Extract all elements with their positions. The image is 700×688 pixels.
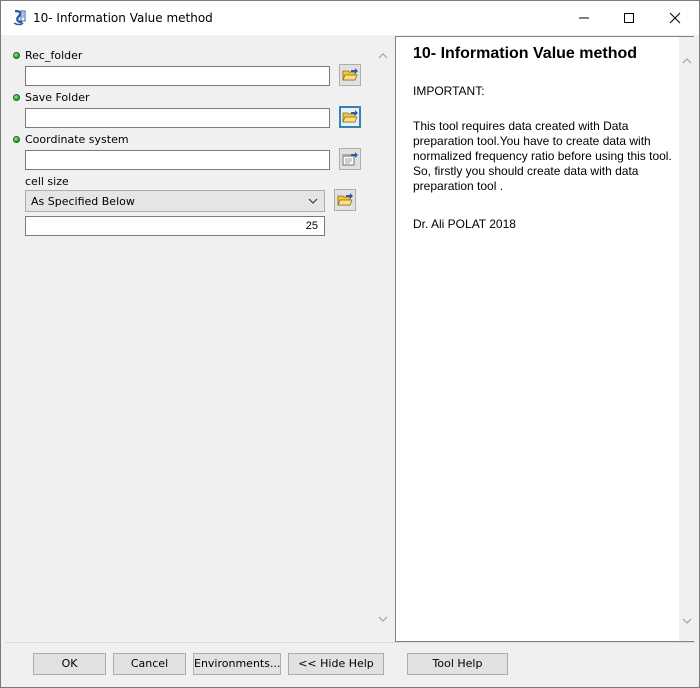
- cancel-button[interactable]: Cancel: [113, 653, 186, 675]
- title-bar[interactable]: 10- Information Value method: [1, 1, 699, 35]
- required-indicator-icon: [13, 136, 20, 143]
- cell-size-label: cell size: [25, 175, 69, 188]
- folder-open-icon: [337, 193, 353, 206]
- required-indicator-icon: [13, 94, 20, 101]
- rec-folder-input[interactable]: [25, 66, 330, 86]
- hide-help-button[interactable]: << Hide Help: [288, 653, 384, 675]
- cell-size-value-input[interactable]: [25, 216, 325, 236]
- chevron-down-icon: [308, 198, 318, 204]
- python-script-icon: [11, 9, 27, 26]
- help-panel: 10- Information Value method IMPORTANT: …: [395, 36, 694, 642]
- help-author: Dr. Ali POLAT 2018: [413, 217, 516, 231]
- coordinate-system-input[interactable]: [25, 150, 330, 170]
- maximize-icon: [624, 13, 634, 23]
- required-indicator-icon: [13, 52, 20, 59]
- spatial-reference-button[interactable]: [339, 148, 361, 170]
- help-scrollbar[interactable]: [679, 37, 694, 641]
- save-folder-input[interactable]: [25, 108, 330, 128]
- cell-size-dropdown[interactable]: As Specified Below: [25, 190, 325, 212]
- ok-button[interactable]: OK: [33, 653, 106, 675]
- tool-help-button[interactable]: Tool Help: [407, 653, 508, 675]
- help-description: This tool requires data created with Dat…: [413, 119, 672, 193]
- spatial-reference-icon: [342, 152, 358, 166]
- folder-open-icon: [342, 110, 358, 123]
- dialog-button-bar: OK Cancel Environments... << Hide Help T…: [5, 642, 697, 686]
- parameters-panel[interactable]: Rec_folder Save Folder Coordinate system: [5, 36, 392, 642]
- cell-size-selected-value: As Specified Below: [31, 195, 135, 208]
- environments-button[interactable]: Environments...: [193, 653, 281, 675]
- chevron-down-icon[interactable]: [682, 617, 692, 625]
- tool-dialog-window: 10- Information Value method Rec_folder …: [0, 0, 700, 688]
- cell-size-browse-button[interactable]: [334, 189, 356, 211]
- help-title: 10- Information Value method: [413, 45, 638, 62]
- help-important-label: IMPORTANT:: [413, 84, 485, 98]
- minimize-button[interactable]: [561, 1, 607, 35]
- save-folder-label: Save Folder: [25, 91, 90, 104]
- close-button[interactable]: [652, 1, 698, 35]
- close-icon: [669, 12, 681, 24]
- folder-open-icon: [342, 68, 358, 81]
- maximize-button[interactable]: [606, 1, 652, 35]
- chevron-up-icon[interactable]: [682, 57, 692, 65]
- save-folder-browse-button[interactable]: [339, 106, 361, 128]
- chevron-up-icon[interactable]: [378, 52, 388, 60]
- rec-folder-label: Rec_folder: [25, 49, 83, 62]
- coordinate-system-label: Coordinate system: [25, 133, 129, 146]
- parameters-scrollbar[interactable]: [374, 36, 392, 642]
- window-title: 10- Information Value method: [33, 11, 213, 25]
- rec-folder-browse-button[interactable]: [339, 64, 361, 86]
- minimize-icon: [579, 17, 589, 19]
- chevron-down-icon[interactable]: [378, 615, 388, 623]
